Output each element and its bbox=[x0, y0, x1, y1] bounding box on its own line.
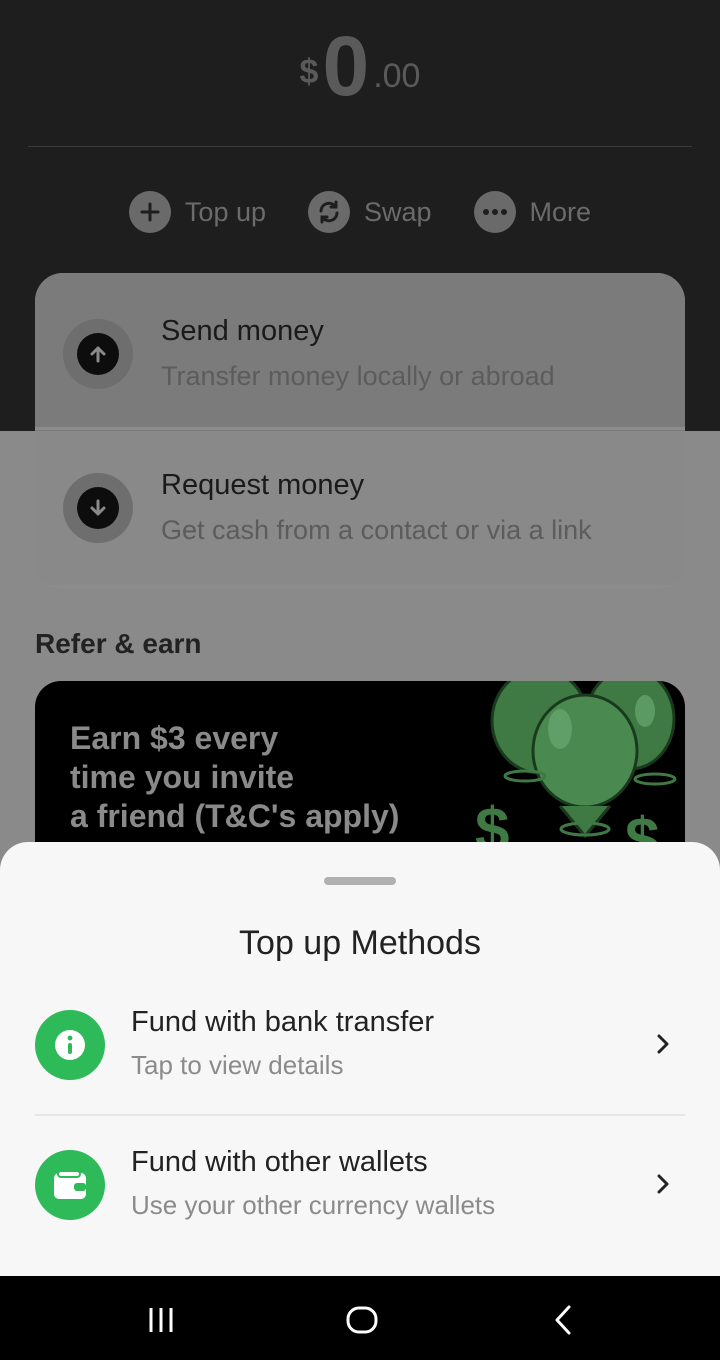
recent-apps-icon[interactable] bbox=[139, 1298, 183, 1342]
plus-icon bbox=[128, 191, 171, 233]
back-icon[interactable] bbox=[541, 1298, 585, 1342]
other-wallets-title: Fund with other wallets bbox=[131, 1146, 428, 1178]
send-icon-badge bbox=[63, 319, 133, 389]
chevron-right-icon bbox=[655, 1172, 671, 1201]
request-icon-badge bbox=[63, 473, 133, 543]
balance-amount: $0.00 bbox=[0, 18, 720, 115]
info-icon bbox=[35, 1010, 105, 1080]
request-money-title: Request money bbox=[161, 469, 365, 501]
request-money-subtitle: Get cash from a contact or via a link bbox=[161, 515, 592, 545]
header-divider bbox=[28, 146, 692, 147]
swap-icon bbox=[308, 191, 350, 233]
other-wallets-subtitle: Use your other currency wallets bbox=[131, 1190, 496, 1220]
bank-transfer-subtitle: Tap to view details bbox=[131, 1050, 344, 1080]
balance-currency: $ bbox=[299, 53, 319, 91]
swap-button[interactable]: Swap bbox=[308, 191, 432, 233]
balance-decimal: .00 bbox=[373, 57, 421, 95]
top-up-label: Top up bbox=[184, 196, 266, 227]
sheet-drag-handle[interactable] bbox=[324, 877, 396, 885]
balance-whole: 0 bbox=[322, 19, 370, 113]
refer-banner-text: Earn $3 every time you invite a friend (… bbox=[70, 719, 430, 836]
more-button[interactable]: More bbox=[473, 191, 592, 233]
wallet-icon bbox=[35, 1150, 105, 1220]
chevron-right-icon bbox=[655, 1032, 671, 1061]
arrow-up-icon bbox=[77, 333, 119, 375]
sheet-title: Top up Methods bbox=[239, 924, 481, 962]
swap-label: Swap bbox=[364, 196, 432, 227]
arrow-down-icon bbox=[77, 487, 119, 529]
send-money-title: Send money bbox=[161, 315, 324, 347]
more-label: More bbox=[529, 196, 592, 227]
system-navigation-bar bbox=[0, 1276, 720, 1360]
refer-earn-heading: Refer & earn bbox=[35, 628, 202, 659]
refer-banner-line: time you invite bbox=[70, 759, 295, 795]
transfer-card: Send money Transfer money locally or abr… bbox=[35, 273, 685, 589]
send-money-subtitle: Transfer money locally or abroad bbox=[161, 361, 555, 391]
bank-transfer-title: Fund with bank transfer bbox=[131, 1006, 435, 1038]
refer-banner-line: a friend (T&C's apply) bbox=[70, 798, 400, 834]
send-money-row[interactable]: Send money Transfer money locally or abr… bbox=[35, 273, 685, 427]
refer-banner-line: Earn $3 every bbox=[70, 720, 279, 756]
request-money-row[interactable]: Request money Get cash from a contact or… bbox=[35, 431, 685, 585]
other-wallets-option[interactable]: Fund with other wallets Use your other c… bbox=[35, 1146, 685, 1260]
top-up-methods-sheet: Top up Methods Fund with bank transfer T… bbox=[0, 842, 720, 1276]
bank-transfer-option[interactable]: Fund with bank transfer Tap to view deta… bbox=[35, 1006, 685, 1120]
home-icon[interactable] bbox=[340, 1298, 384, 1342]
methods-divider bbox=[35, 1114, 685, 1116]
quick-actions: Top up Swap More bbox=[0, 190, 720, 234]
more-icon bbox=[473, 191, 516, 233]
top-up-button[interactable]: Top up bbox=[128, 191, 266, 233]
